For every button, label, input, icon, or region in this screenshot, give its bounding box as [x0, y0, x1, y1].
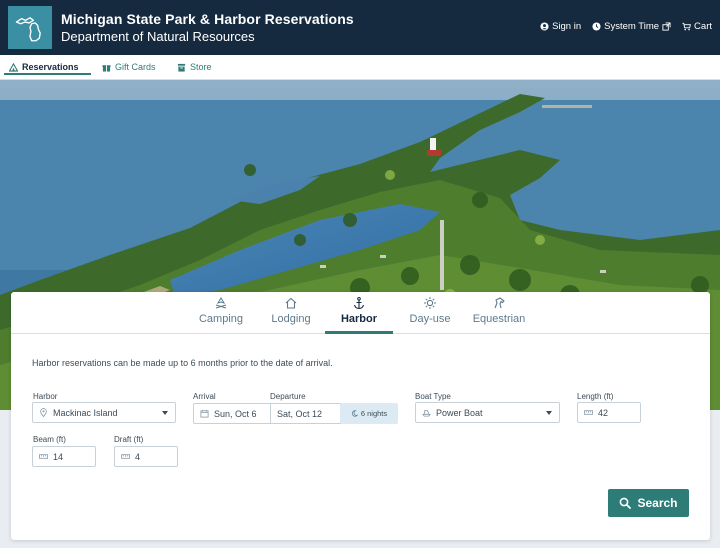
- site-subtitle: Department of Natural Resources: [61, 29, 255, 44]
- sign-in-label: Sign in: [552, 21, 582, 32]
- arrival-date-field[interactable]: Sun, Oct 6: [193, 403, 271, 424]
- length-label: Length (ft): [577, 392, 614, 401]
- beam-input[interactable]: 14: [32, 446, 96, 467]
- nav-gift-cards-label: Gift Cards: [115, 62, 156, 72]
- ruler-icon: [121, 454, 130, 459]
- search-button-label: Search: [637, 496, 678, 510]
- nav-store[interactable]: Store: [177, 62, 212, 72]
- store-icon: [177, 63, 186, 72]
- sun-icon: [424, 297, 436, 309]
- draft-label: Draft (ft): [114, 435, 144, 444]
- harbor-info-text: Harbor reservations can be made up to 6 …: [32, 358, 333, 368]
- calendar-icon: [200, 409, 209, 418]
- arrival-date-value: Sun, Oct 6: [214, 408, 257, 419]
- boat-type-select[interactable]: Power Boat: [415, 402, 560, 423]
- campfire-icon: [215, 297, 227, 309]
- harbor-select-value: Mackinac Island: [53, 407, 118, 418]
- sign-in-link[interactable]: Sign in: [540, 21, 581, 32]
- tab-lodging-label: Lodging: [271, 313, 311, 325]
- draft-value: 4: [135, 451, 141, 462]
- tab-active-indicator: [325, 331, 393, 334]
- cart-label: Cart: [694, 21, 712, 32]
- length-input[interactable]: 42: [577, 402, 641, 423]
- ruler-icon: [39, 454, 48, 459]
- reservation-tabs: Camping Lodging Harbor Day-use Equestria…: [11, 292, 710, 334]
- chevron-down-icon: [546, 411, 552, 415]
- nights-badge: 6 nights: [340, 403, 398, 424]
- tab-equestrian[interactable]: Equestrian: [468, 296, 530, 332]
- anchor-icon: [353, 297, 365, 310]
- nights-value: 6 nights: [360, 409, 388, 418]
- departure-date-value: Sat, Oct 12: [277, 408, 323, 419]
- cart-icon: [682, 22, 691, 31]
- tab-day-use-label: Day-use: [409, 313, 451, 325]
- house-icon: [285, 297, 297, 309]
- ruler-icon: [584, 410, 593, 415]
- gift-icon: [102, 64, 111, 72]
- nav-reservations[interactable]: Reservations: [9, 62, 79, 72]
- tab-camping[interactable]: Camping: [195, 296, 247, 332]
- external-link-icon: [662, 22, 671, 31]
- user-icon: [540, 22, 549, 31]
- arrival-label: Arrival: [193, 392, 216, 401]
- boat-type-label: Boat Type: [415, 392, 451, 401]
- site-title: Michigan State Park & Harbor Reservation…: [61, 11, 354, 27]
- nav-store-label: Store: [190, 62, 212, 72]
- nav-active-indicator: [4, 73, 91, 75]
- harbor-select[interactable]: Mackinac Island: [32, 402, 176, 423]
- tab-lodging[interactable]: Lodging: [266, 296, 316, 332]
- draft-input[interactable]: 4: [114, 446, 178, 467]
- departure-label: Departure: [270, 392, 306, 401]
- harbor-label: Harbor: [33, 392, 58, 401]
- length-value: 42: [598, 407, 609, 418]
- departure-date-field[interactable]: Sat, Oct 12: [270, 403, 342, 424]
- system-time-label: System Time: [604, 21, 660, 32]
- boat-type-value: Power Boat: [436, 407, 483, 418]
- tab-equestrian-label: Equestrian: [472, 313, 526, 325]
- beam-value: 14: [53, 451, 64, 462]
- michigan-map-icon: [15, 16, 41, 41]
- system-time-link[interactable]: System Time: [592, 21, 671, 32]
- nav-gift-cards[interactable]: Gift Cards: [102, 62, 156, 72]
- search-button[interactable]: Search: [608, 489, 689, 517]
- search-icon: [620, 497, 632, 509]
- horse-icon: [494, 297, 505, 309]
- map-pin-icon: [40, 408, 47, 417]
- main-nav: Reservations Gift Cards Store: [0, 55, 720, 80]
- cart-link[interactable]: Cart: [682, 21, 712, 32]
- beam-label: Beam (ft): [33, 435, 66, 444]
- boat-icon: [422, 410, 431, 417]
- tent-icon: [9, 62, 18, 72]
- chevron-down-icon: [162, 411, 168, 415]
- michigan-logo[interactable]: [8, 6, 52, 49]
- moon-icon: [351, 410, 358, 417]
- tab-harbor[interactable]: Harbor: [335, 296, 383, 332]
- clock-icon: [592, 22, 601, 31]
- nav-reservations-label: Reservations: [22, 62, 79, 72]
- tab-day-use[interactable]: Day-use: [405, 296, 455, 332]
- site-header: Michigan State Park & Harbor Reservation…: [0, 0, 720, 55]
- tab-harbor-label: Harbor: [340, 313, 378, 325]
- tab-camping-label: Camping: [198, 313, 244, 325]
